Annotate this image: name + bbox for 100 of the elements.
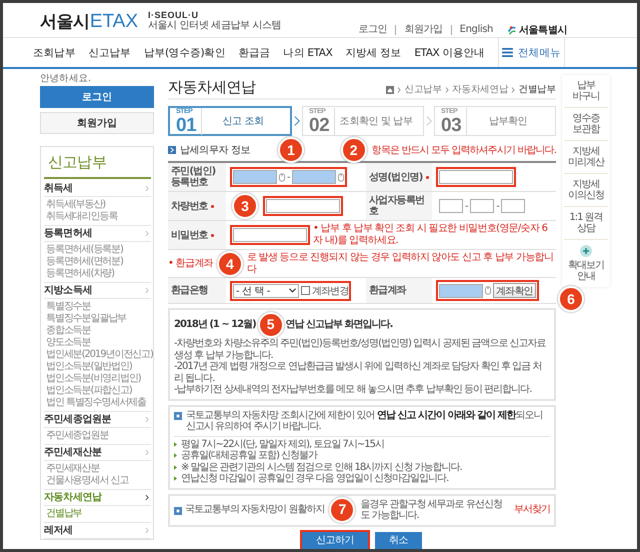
menu-group[interactable]: 자동차세연납 [44,490,151,506]
secure-field[interactable] [439,284,483,298]
menu-group[interactable]: 지방소득세 [44,283,151,299]
menu-item[interactable]: 법인 특별징수명세서제출 [46,397,146,409]
quick-menu-label: 확대보기 안내 [568,260,604,282]
notice-text: 국토교통부의 자동차망 조회시간에 제한이 있어 연납 신고 시간이 아래와 같이 제한되오니 신고시 유의하여 주시기 바랍니다. [186,410,544,432]
menu-item[interactable]: 취득세대리인등록 [46,211,118,223]
menu-icon [502,48,514,57]
mouse-icon [485,286,491,295]
breadcrumb-link[interactable]: 자동차세연납 [452,83,508,96]
breadcrumb-link[interactable]: 건별납부 [518,83,556,96]
nav-item[interactable]: 신고납부 [88,46,131,60]
schedule-item: 공휴일(대체공휴일 포함) 신청불가 [181,450,318,462]
menu-group[interactable]: 주민세종업원분 [44,412,151,428]
quick-menu-item[interactable]: 납부 바구니 [564,75,608,108]
schedule-item: 평일 7시~22시(단, 말일자 제외), 토요일 7시~15시 [181,438,384,450]
chevron-icon [145,185,149,192]
field-label: 성명(법인명) [366,163,432,192]
nav-item[interactable]: 환급금 [238,46,270,60]
chevron-icon [145,230,149,237]
menu-item[interactable]: 건물사용명세서 신고 [46,475,128,487]
find-department-link[interactable]: 부서찾기 [514,504,550,516]
step-number: 02 [309,116,330,134]
greeting-text: 안녕하세요. [40,73,92,84]
field-label: 비밀번호 [168,221,226,250]
menu-item[interactable]: 주민세종업원분 [46,430,108,442]
field-label: 환급은행 [168,278,226,304]
menu-group[interactable]: 레저세 [44,523,151,539]
menu-group[interactable]: 등록면허세 [44,226,151,242]
menu-group[interactable]: 취득세 [44,181,151,197]
menu-item[interactable]: 법인소득분(파합신고) [46,385,132,397]
callout-marker: 3 [232,193,258,219]
section-title: 납세의무자 정보 [180,144,250,157]
chevron-icon [145,287,149,294]
text-field[interactable] [470,199,494,213]
menu-item[interactable]: 건별납부 [46,508,82,520]
callout-marker: 5 [258,312,284,338]
quick-menu-item[interactable]: 영수증 보관함 [564,108,608,141]
text-field[interactable] [501,199,526,213]
menu-item[interactable]: 특별징수분 [46,301,91,313]
menu-item[interactable]: 등록면허세(등록분) [46,244,123,256]
breadcrumb-link[interactable]: 신고납부 [404,83,442,96]
step-number: 01 [176,116,196,134]
header-link[interactable]: 로그인 [350,25,396,35]
nav-item[interactable]: 조회납부 [33,46,76,60]
text-field[interactable] [439,199,463,213]
contact-text: 국토교통부의 자동차망이 원활하지 [185,504,324,516]
quick-menu-item[interactable]: 지방세 이의신청 [564,174,608,207]
required-note: 항목은 반드시 모두 입력하셔주시기 바랍니다. [372,144,556,157]
action-button[interactable]: 신고하기 [302,532,368,548]
header-link[interactable]: 회원가입 [395,25,451,35]
chevron-icon [397,86,402,92]
header-link[interactable]: English [450,25,501,35]
plus-icon [580,245,592,257]
quick-menu-label: 지방세 이의신청 [568,179,604,201]
secure-field[interactable] [233,170,277,184]
quick-menu-label: 영수증 보관함 [572,113,600,135]
quick-menu-item[interactable]: 지방세 미리계산 [564,141,608,174]
menu-item[interactable]: 취득세(부동산) [46,199,106,211]
checkbox[interactable] [301,286,310,295]
menu-item[interactable]: 법인소득분(비영리법인) [46,373,141,385]
quick-menu-item[interactable]: 확대보기 안내 [564,240,608,287]
bullet-icon [174,453,177,458]
chevron-icon [426,115,432,127]
field-label: 차량번호 [168,192,226,221]
menu-item[interactable]: 양도소득분 [46,337,91,349]
bank-dropdown[interactable]: - 선 택 - [233,284,299,298]
menu-item[interactable]: 특별징수분일괄납부 [46,313,126,325]
menu-item[interactable]: 종합소득분 [46,325,91,337]
refund-note: • 환급계좌 [168,258,213,270]
secure-field[interactable] [292,170,336,184]
info-text: 연납 신고납부 화면입니다. [286,319,392,331]
etax-logo[interactable]: 서울시 ETAX [40,10,138,33]
menu-item[interactable]: 법인소득분(일반법인) [46,361,132,373]
checkbox-label: 계좌변경 [312,284,348,298]
field-label: 주민(법인) 등록번호 [168,163,226,192]
callout-marker: 7 [329,497,356,523]
callout-marker: 1 [278,137,304,163]
action-button[interactable]: 취소 [375,532,422,548]
nav-item[interactable]: ETAX 이용안내 [414,46,485,60]
nav-item[interactable]: 납부(영수증)확인 [144,46,226,60]
page-title: 자동차세연납 [168,78,256,96]
all-menu-button[interactable]: 전체메뉴 [498,38,565,67]
info-text: 2018년 (1 ~ 12월) [174,319,256,331]
menu-item[interactable]: 등록면허세(차량) [46,268,114,280]
site-subtitle: 서울시 인터넷 세금납부 시스템 [148,20,282,32]
menu-item[interactable]: 주민세재산분 [46,463,100,475]
city-logo-text[interactable]: 서울특별시 [518,23,567,37]
nav-item[interactable]: 나의 ETAX [283,46,332,60]
menu-item[interactable]: 법인세분(2019년이전신고) [46,349,153,361]
schedule-item: ※ 말일은 관련기관의 시스템 점검으로 인해 18시까지 신청 가능합니다. [181,462,462,473]
verify-button[interactable]: 계좌확인 [493,283,536,298]
menu-item[interactable]: 등록면허세(면허분) [46,256,123,268]
signup-button[interactable]: 회원가입 [40,112,154,134]
login-button[interactable]: 로그인 [40,86,154,108]
home-icon[interactable] [386,86,394,94]
menu-group[interactable]: 주민세재산분 [44,445,151,461]
slogan: I·SEOUL·U [148,10,200,20]
nav-item[interactable]: 지방세 정보 [345,46,402,60]
quick-menu-item[interactable]: 1:1 원격 상담 [564,207,608,240]
